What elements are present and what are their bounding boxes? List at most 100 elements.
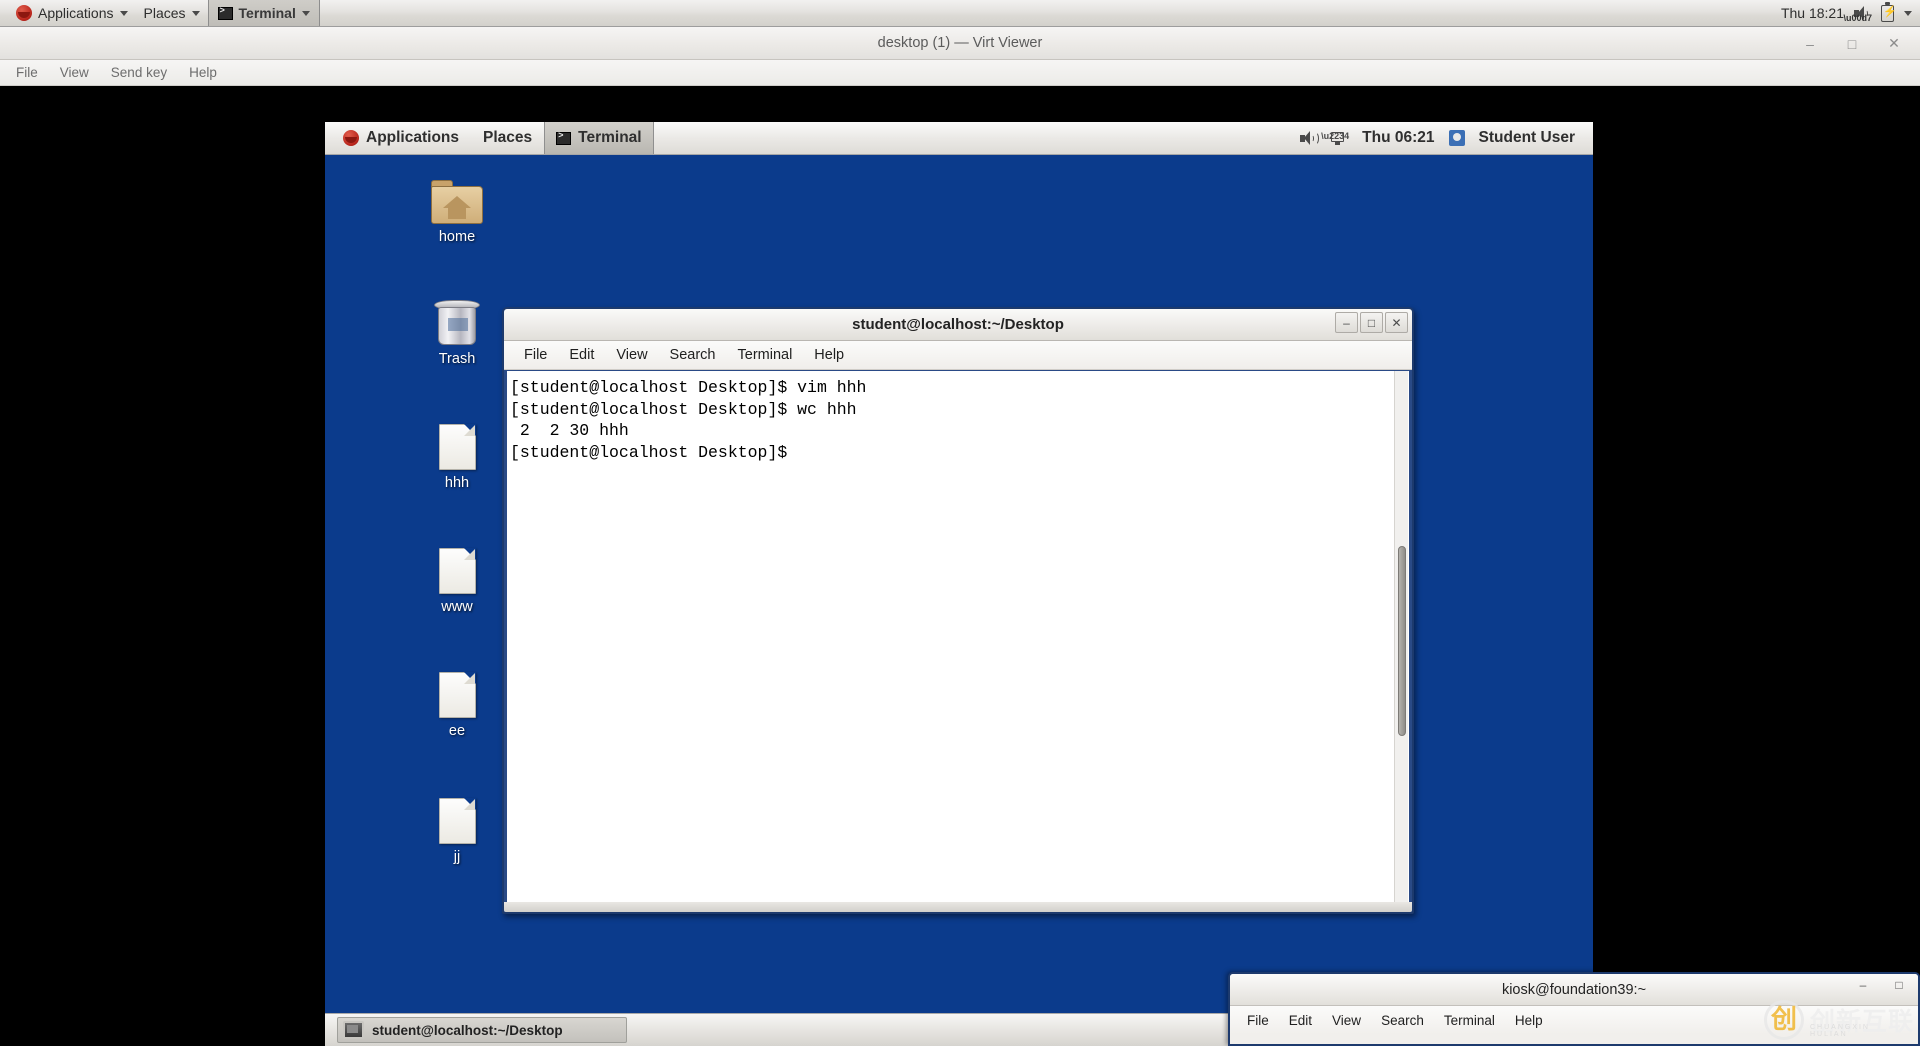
close-button[interactable]: ✕	[1886, 35, 1902, 52]
guest-terminal-output[interactable]: [student@localhost Desktop]$ vim hhh [stu…	[507, 371, 1409, 902]
menu-view[interactable]: View	[1323, 1010, 1370, 1031]
menu-search[interactable]: Search	[1372, 1010, 1433, 1031]
kiosk-terminal-window: kiosk@foundation39:~ – □ File Edit View …	[1228, 972, 1920, 1046]
desktop-icon-jj[interactable]: jj	[411, 790, 503, 865]
guest-applications-label: Applications	[366, 129, 460, 146]
terminal-line: 2 2 30 hhh	[510, 421, 629, 440]
terminal-icon	[556, 131, 572, 145]
guest-panel-right: \u2234 Thu 06:21 Student User	[1300, 129, 1593, 147]
guest-clock[interactable]: Thu 06:21	[1362, 129, 1434, 147]
speaker-icon[interactable]	[1300, 130, 1320, 146]
host-places-menu[interactable]: Places	[136, 3, 208, 23]
guest-window-task-terminal[interactable]: Terminal	[544, 122, 654, 154]
menu-help[interactable]: Help	[804, 343, 854, 367]
menu-view[interactable]: View	[52, 62, 97, 83]
minimize-button[interactable]: –	[1802, 36, 1818, 52]
file-icon	[411, 416, 503, 470]
desktop-icon-ee-label: ee	[448, 723, 466, 739]
user-icon	[1448, 130, 1465, 146]
scrollbar-thumb[interactable]	[1398, 546, 1406, 736]
guest-desktop: Applications Places Terminal	[325, 122, 1593, 1046]
chevron-down-icon	[119, 10, 128, 16]
file-icon	[411, 790, 503, 844]
menu-file[interactable]: File	[514, 343, 557, 367]
guest-terminal-titlebar[interactable]: student@localhost:~/Desktop – □ ✕	[504, 309, 1412, 341]
close-button[interactable]: ✕	[1385, 312, 1408, 333]
chevron-down-icon	[191, 10, 200, 16]
desktop-icon-trash-label: Trash	[438, 351, 476, 367]
speaker-muted-icon[interactable]: \u00d7	[1843, 5, 1872, 23]
menu-terminal[interactable]: Terminal	[1435, 1010, 1504, 1031]
file-icon	[411, 664, 503, 718]
virt-viewer-canvas: Applications Places Terminal	[0, 87, 1920, 1046]
guest-places-menu[interactable]: Places	[471, 125, 544, 151]
menu-terminal[interactable]: Terminal	[728, 343, 803, 367]
virt-viewer-menubar: File View Send key Help	[0, 60, 1920, 86]
guest-panel-left: Applications Places Terminal	[325, 122, 654, 154]
terminal-line: [student@localhost Desktop]$	[510, 442, 788, 462]
menu-search[interactable]: Search	[660, 343, 726, 367]
desktop-icon-ee[interactable]: ee	[411, 664, 503, 739]
desktop-icon-jj-label: jj	[453, 849, 461, 865]
guest-places-label: Places	[483, 129, 533, 146]
network-icon[interactable]: \u2234	[1321, 131, 1349, 146]
virt-viewer-title: desktop (1) — Virt Viewer	[877, 35, 1043, 51]
desktop-icon-hhh-label: hhh	[444, 475, 470, 491]
virt-viewer-titlebar: desktop (1) — Virt Viewer – □ ✕	[0, 27, 1920, 60]
host-window-task-terminal[interactable]: Terminal	[207, 0, 320, 26]
host-places-label: Places	[143, 5, 186, 21]
guest-terminal-scrollbar[interactable]	[1394, 371, 1408, 902]
guest-terminal-window: student@localhost:~/Desktop – □ ✕ File E…	[502, 307, 1414, 914]
desktop-icon-home[interactable]: home	[411, 170, 503, 245]
menu-file[interactable]: File	[1238, 1010, 1278, 1031]
minimize-button[interactable]: –	[1335, 312, 1358, 333]
taskbar-item-label: student@localhost:~/Desktop	[372, 1022, 563, 1038]
desktop-icon-hhh[interactable]: hhh	[411, 416, 503, 491]
menu-send-key[interactable]: Send key	[103, 62, 175, 83]
host-panel-left: Applications Places Terminal	[0, 0, 320, 26]
desktop-icon-trash[interactable]: Trash	[411, 292, 503, 367]
kiosk-terminal-titlebar[interactable]: kiosk@foundation39:~ – □	[1230, 974, 1918, 1006]
guest-terminal-statusbar	[504, 902, 1412, 912]
host-applications-label: Applications	[38, 5, 114, 21]
virt-viewer-window: desktop (1) — Virt Viewer – □ ✕ File Vie…	[0, 27, 1920, 1046]
terminal-icon	[217, 6, 233, 20]
host-panel-right: Thu 18:21 \u00d7	[1781, 1, 1920, 23]
terminal-line: [student@localhost Desktop]$ wc hhh	[510, 399, 857, 419]
maximize-button[interactable]: □	[1892, 978, 1906, 992]
redhat-logo-icon	[343, 130, 359, 146]
kiosk-terminal-window-buttons: – □	[1856, 978, 1912, 992]
virt-viewer-window-buttons: – □ ✕	[1802, 27, 1914, 60]
menu-help[interactable]: Help	[1506, 1010, 1552, 1031]
menu-edit[interactable]: Edit	[1280, 1010, 1321, 1031]
terminal-line: [student@localhost Desktop]$ vim hhh	[510, 378, 867, 397]
folder-home-icon	[411, 170, 503, 224]
menu-help[interactable]: Help	[181, 62, 225, 83]
maximize-button[interactable]: □	[1844, 36, 1860, 52]
maximize-button[interactable]: □	[1360, 312, 1383, 333]
menu-edit[interactable]: Edit	[559, 343, 604, 367]
file-icon	[411, 540, 503, 594]
desktop-icon-www-label: www	[441, 599, 473, 615]
guest-terminal-title: student@localhost:~/Desktop	[852, 316, 1064, 333]
chevron-down-icon	[301, 10, 310, 16]
desktop-icon-home-label: home	[438, 229, 476, 245]
menu-view[interactable]: View	[606, 343, 657, 367]
guest-user-label[interactable]: Student User	[1479, 129, 1575, 147]
host-top-panel: Applications Places Terminal Thu 18:21 \…	[0, 0, 1920, 27]
menu-file[interactable]: File	[8, 62, 46, 83]
terminal-icon	[343, 1021, 364, 1039]
host-applications-menu[interactable]: Applications	[8, 3, 136, 23]
battery-charging-icon[interactable]	[1881, 1, 1897, 22]
guest-terminal-menubar: File Edit View Search Terminal Help	[504, 341, 1412, 370]
guest-applications-menu[interactable]: Applications	[331, 125, 471, 151]
host-terminal-task-label: Terminal	[238, 5, 296, 21]
taskbar-item-terminal[interactable]: student@localhost:~/Desktop	[337, 1017, 627, 1043]
guest-terminal-task-label: Terminal	[578, 129, 642, 146]
chevron-down-icon[interactable]	[1904, 10, 1912, 16]
desktop-icon-www[interactable]: www	[411, 540, 503, 615]
guest-top-panel: Applications Places Terminal	[325, 122, 1593, 155]
host-clock[interactable]: Thu 18:21	[1781, 5, 1844, 21]
redhat-logo-icon	[16, 5, 32, 21]
minimize-button[interactable]: –	[1856, 978, 1870, 992]
